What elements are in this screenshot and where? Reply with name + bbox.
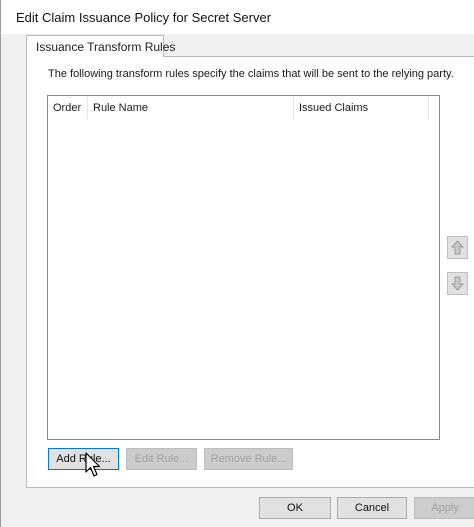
list-header: Order Rule Name Issued Claims (48, 96, 439, 120)
remove-rule-button[interactable]: Remove Rule... (204, 448, 293, 470)
edit-rule-button[interactable]: Edit Rule... (126, 448, 197, 470)
arrow-up-icon (451, 240, 464, 255)
rules-list[interactable]: Order Rule Name Issued Claims (47, 95, 440, 440)
arrow-down-icon (451, 276, 464, 291)
tab-issuance-transform-rules[interactable]: Issuance Transform Rules (26, 35, 175, 57)
tab-label: Issuance Transform Rules (36, 40, 176, 54)
mouse-cursor-icon (85, 452, 101, 477)
title-bar[interactable]: Edit Claim Issuance Policy for Secret Se… (1, 0, 474, 34)
ok-button[interactable]: OK (259, 497, 331, 519)
column-header-order[interactable]: Order (48, 96, 88, 120)
description-text: The following transform rules specify th… (48, 68, 454, 80)
cancel-button[interactable]: Cancel (337, 497, 407, 519)
column-header-issued-claims[interactable]: Issued Claims (294, 96, 429, 120)
add-rule-button[interactable]: Add Rule... (48, 448, 119, 470)
move-down-button[interactable] (447, 272, 468, 295)
move-up-button[interactable] (447, 236, 468, 259)
column-header-rule-name[interactable]: Rule Name (88, 96, 294, 120)
claim-issuance-dialog: Edit Claim Issuance Policy for Secret Se… (0, 0, 474, 527)
window-title: Edit Claim Issuance Policy for Secret Se… (16, 10, 272, 25)
apply-button[interactable]: Apply (414, 497, 474, 519)
